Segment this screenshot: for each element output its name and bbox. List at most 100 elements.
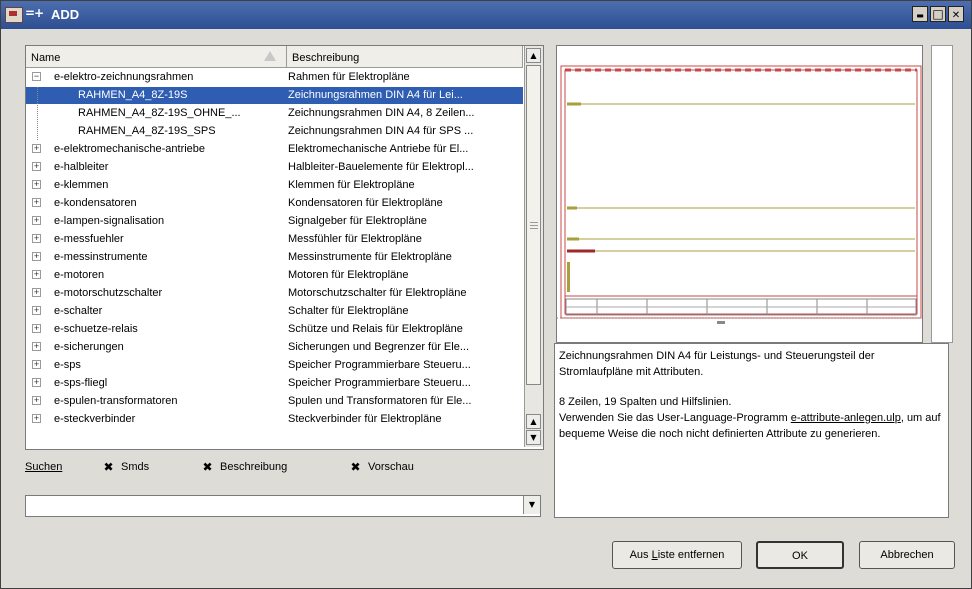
minimize-button[interactable]: ▬ [912, 6, 928, 22]
list-item[interactable]: + e-sps-fliegl Speicher Programmierbare St… [26, 375, 523, 392]
smds-checkbox[interactable]: ✖ [102, 461, 115, 474]
collapse-icon[interactable]: − [32, 72, 41, 81]
item-description: Halbleiter-Bauelemente für Elektropl... [288, 161, 474, 173]
preview-checkbox[interactable]: ✖ [349, 461, 362, 474]
combo-dropdown-button[interactable]: ▼ [523, 496, 540, 514]
item-description: Elektromechanische Antriebe für El... [288, 143, 469, 155]
list-item[interactable]: + e-sicherungen Sicherungen und Begrenzer … [26, 339, 523, 356]
column-header-name[interactable]: Name [26, 46, 287, 68]
item-name: e-steckverbinder [54, 413, 136, 425]
list-item[interactable]: + e-messfuehler Messfühler für Elektroplän… [26, 231, 523, 248]
list-item[interactable]: + e-lampen-signalisation Signalgeber für E… [26, 213, 523, 230]
column-header-label: Name [31, 52, 61, 64]
remove-from-list-button[interactable]: Aus Liste entfernen [612, 541, 742, 569]
column-header-label: Beschreibung [292, 52, 360, 64]
window-title: ADD [51, 7, 80, 22]
item-description: Speicher Programmierbare Steueru... [288, 377, 471, 389]
ok-button[interactable]: OK [756, 541, 844, 569]
item-name: RAHMEN_A4_8Z-19S_OHNE_... [78, 107, 241, 119]
list-item[interactable]: + e-halbleiter Halbleiter-Bauelemente für … [26, 159, 523, 176]
item-name: e-schalter [54, 305, 103, 317]
expand-icon[interactable]: + [32, 180, 41, 189]
item-name: e-elektro-zeichnungsrahmen [54, 71, 194, 83]
list-item[interactable]: RAHMEN_A4_8Z-19S_SPS Zeichnungsrahmen DIN… [26, 123, 523, 140]
item-description: Steckverbinder für Elektropläne [288, 413, 442, 425]
scroll-thumb[interactable] [526, 65, 541, 385]
maximize-button[interactable]: □ [930, 6, 946, 22]
item-name: e-motorschutzschalter [54, 287, 163, 299]
expand-icon[interactable]: + [32, 414, 41, 423]
list-item[interactable]: + e-schalter Schalter für Elektropläne [26, 303, 523, 320]
item-description: Speicher Programmierbare Steueru... [288, 359, 471, 371]
item-description: Sicherungen und Begrenzer für Ele... [288, 341, 470, 353]
item-name: e-messinstrumente [54, 251, 148, 263]
list-item[interactable]: + e-messinstrumente Messinstrumente für El… [26, 249, 523, 266]
tree-line [37, 123, 38, 140]
item-name: e-messfuehler [54, 233, 124, 245]
description-line: Zeichnungsrahmen DIN A4 für Leistungs- u… [559, 350, 875, 378]
scroll-down-icon: ▼ [530, 433, 537, 442]
expand-icon[interactable]: + [32, 216, 41, 225]
close-button[interactable]: ✕ [948, 6, 964, 22]
chevron-down-icon: ▼ [528, 500, 536, 509]
expand-icon[interactable]: + [32, 396, 41, 405]
list-item[interactable]: RAHMEN_A4_8Z-19S_OHNE_... Zeichnungsrahme… [26, 105, 523, 122]
item-description: Schalter für Elektropläne [288, 305, 409, 317]
schematic-frame-preview [557, 46, 922, 342]
item-name: e-sps [54, 359, 81, 371]
scroll-up-button[interactable]: ▲ [526, 48, 541, 63]
expand-icon[interactable]: + [32, 324, 41, 333]
list-item[interactable]: RAHMEN_A4_8Z-19S Zeichnungsrahmen DIN A4 … [26, 87, 523, 104]
scroll-up-button-lower[interactable]: ▲ [526, 414, 541, 429]
app-icon [5, 7, 23, 23]
grip-line [530, 228, 538, 229]
search-label: Suchen [25, 461, 63, 473]
item-description: Messinstrumente für Elektropläne [288, 251, 452, 263]
expand-icon[interactable]: + [32, 234, 41, 243]
grip-line [530, 222, 538, 223]
description-label: Beschreibung [220, 461, 288, 473]
cancel-button[interactable]: Abbrechen [859, 541, 955, 569]
item-name: e-sps-fliegl [54, 377, 108, 389]
description-usage: Verwenden Sie das User-Language-Programm… [559, 412, 941, 440]
expand-icon[interactable]: + [32, 378, 41, 387]
list-item[interactable]: + e-spulen-transformatoren Spulen und Tran… [26, 393, 523, 410]
expand-icon[interactable]: + [32, 144, 41, 153]
list-item[interactable]: + e-steckverbinder Steckverbinder für Elek… [26, 411, 523, 428]
expand-icon[interactable]: + [32, 342, 41, 351]
list-item[interactable]: + e-sps Speicher Programmierbare Steueru..… [26, 357, 523, 374]
item-description: Zeichnungsrahmen DIN A4 für Lei... [288, 89, 463, 101]
expand-icon[interactable]: + [32, 360, 41, 369]
expand-icon[interactable]: + [32, 162, 41, 171]
list-item[interactable]: + e-motorschutzschalter Motorschutzschalte… [26, 285, 523, 302]
expand-icon[interactable]: + [32, 306, 41, 315]
item-description: Spulen und Transformatoren für Ele... [288, 395, 472, 407]
library-list[interactable]: Name Beschreibung − e-elektro-zeichnungsr… [25, 45, 544, 450]
item-description: Messfühler für Elektropläne [288, 233, 422, 245]
minimize-icon: ▬ [916, 11, 924, 20]
expand-icon[interactable]: + [32, 198, 41, 207]
item-name: e-lampen-signalisation [54, 215, 165, 227]
search-combo[interactable]: ▼ [25, 495, 541, 517]
list-item[interactable]: − e-elektro-zeichnungsrahmen Rahmen für El… [26, 69, 523, 86]
list-scrollbar[interactable]: ▲ ▲ ▼ [524, 46, 543, 447]
item-name: e-elektromechanische-antriebe [54, 143, 206, 155]
column-header-description[interactable]: Beschreibung [287, 46, 523, 68]
expand-icon[interactable]: + [32, 252, 41, 261]
expand-icon[interactable]: + [32, 270, 41, 279]
scroll-down-button[interactable]: ▼ [526, 430, 541, 445]
list-item[interactable]: + e-motoren Motoren für Elektropläne [26, 267, 523, 284]
expand-icon[interactable]: + [32, 288, 41, 297]
list-item[interactable]: + e-elektromechanische-antriebe Elektromec… [26, 141, 523, 158]
tree-line [37, 87, 38, 104]
list-item[interactable]: + e-schuetze-relais Schütze und Relais für… [26, 321, 523, 338]
list-item[interactable]: + e-kondensatoren Kondensatoren für Elektr… [26, 195, 523, 212]
list-item[interactable]: + e-klemmen Klemmen für Elektropläne [26, 177, 523, 194]
preview-side-scrollbar[interactable] [931, 45, 953, 343]
description-checkbox[interactable]: ✖ [201, 461, 214, 474]
maximize-icon: □ [932, 7, 944, 21]
title-bar[interactable]: =+ ADD ▬ □ ✕ [1, 1, 971, 29]
item-name: e-schuetze-relais [54, 323, 138, 335]
title-glyph: =+ [25, 6, 44, 20]
ulp-link[interactable]: e-attribute-anlegen.ulp [791, 412, 901, 424]
